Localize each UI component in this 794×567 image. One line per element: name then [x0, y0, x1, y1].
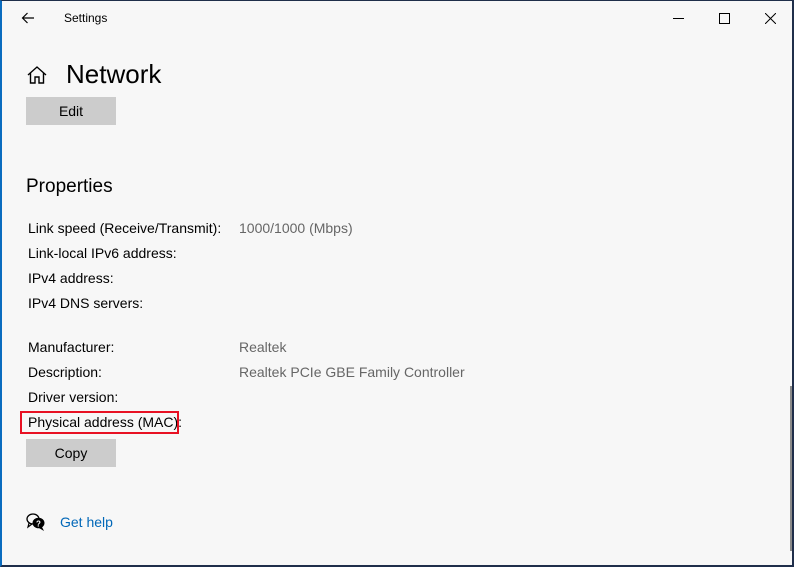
edit-button[interactable]: Edit	[26, 97, 116, 125]
property-label: IPv4 address:	[28, 270, 114, 286]
title-bar: Settings	[2, 1, 792, 35]
help-chat-icon: ?	[26, 513, 45, 531]
properties-heading: Properties	[26, 176, 113, 197]
maximize-button[interactable]	[702, 5, 746, 31]
property-value: Realtek	[239, 339, 287, 355]
app-title: Settings	[64, 11, 108, 25]
close-icon	[764, 12, 776, 24]
property-label: IPv4 DNS servers:	[28, 295, 144, 311]
scrollbar-thumb[interactable]	[790, 386, 792, 551]
svg-text:?: ?	[36, 520, 41, 529]
property-label: Driver version:	[28, 389, 119, 405]
highlight-box	[20, 411, 179, 434]
back-arrow-icon	[21, 12, 34, 24]
property-label: Manufacturer:	[28, 339, 115, 355]
back-button[interactable]	[12, 5, 44, 31]
settings-window: Settings Network Edit Properties Link sp…	[0, 0, 794, 567]
property-value: 1000/1000 (Mbps)	[239, 220, 353, 236]
property-label: Link speed (Receive/Transmit):	[28, 220, 222, 236]
page-title: Network	[66, 59, 162, 89]
home-icon	[27, 65, 47, 84]
minimize-button[interactable]	[656, 5, 700, 31]
property-value: Realtek PCIe GBE Family Controller	[239, 364, 465, 380]
page-header: Network	[26, 59, 161, 90]
property-label: Link-local IPv6 address:	[28, 245, 177, 261]
home-button[interactable]	[26, 64, 48, 86]
copy-button[interactable]: Copy	[26, 439, 116, 467]
get-help-link[interactable]: ? Get help	[26, 512, 113, 532]
close-button[interactable]	[748, 5, 792, 31]
minimize-icon	[672, 17, 684, 19]
property-label: Description:	[28, 364, 102, 380]
maximize-icon	[718, 12, 730, 24]
get-help-label: Get help	[60, 514, 113, 530]
